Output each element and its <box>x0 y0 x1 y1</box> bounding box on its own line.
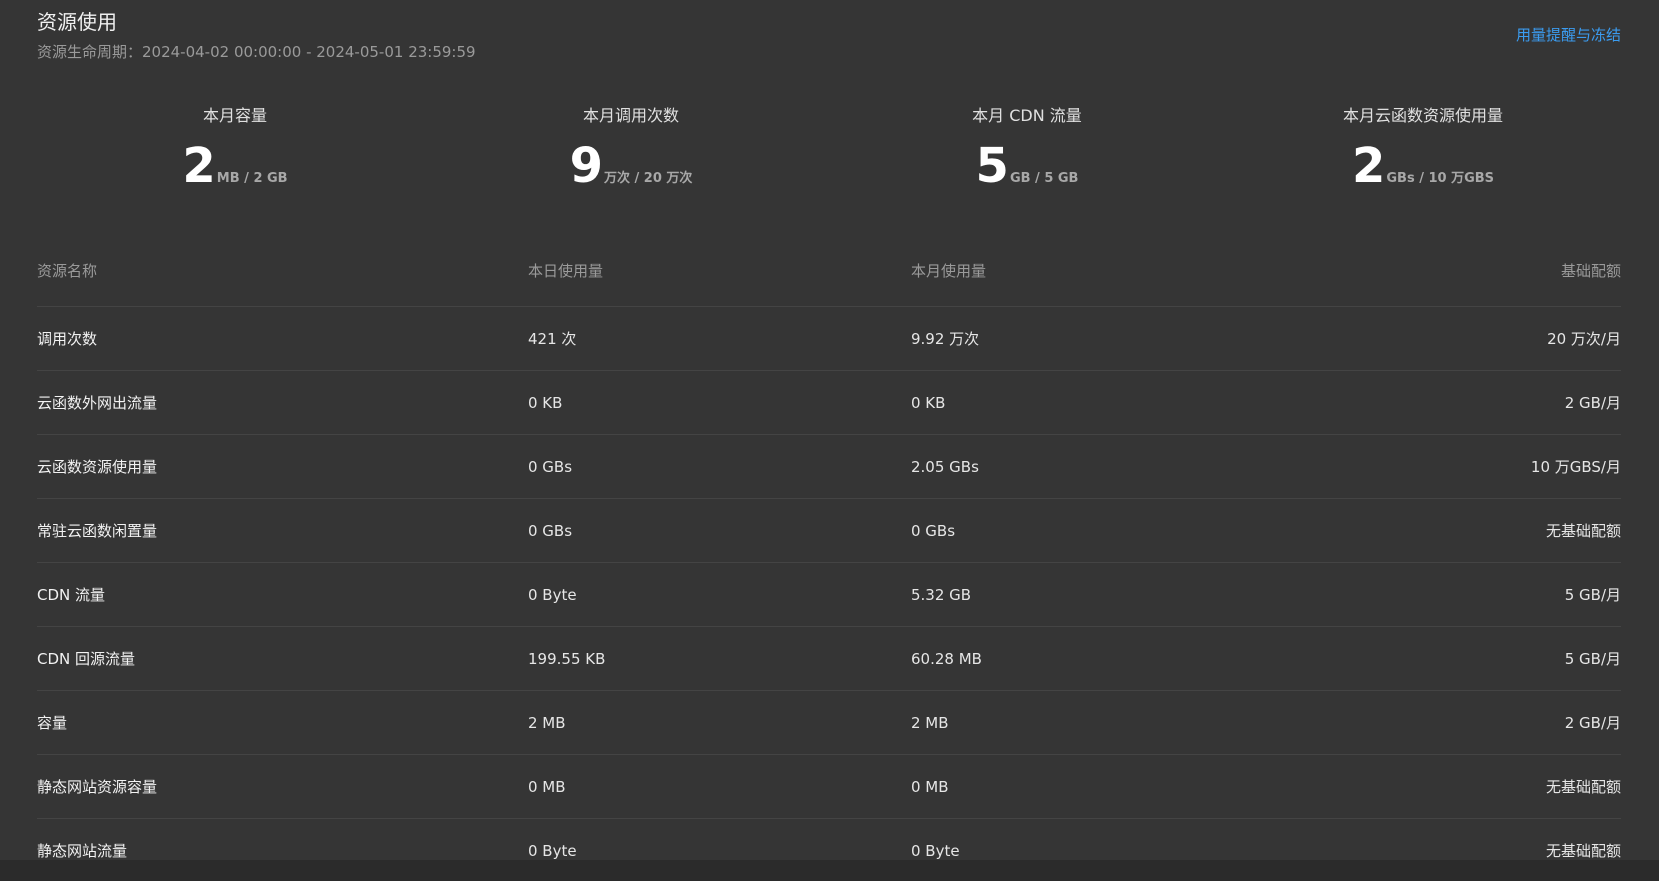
stat-unit: MB / 2 GB <box>216 171 288 186</box>
stat-monthly-function-usage: 本月云函数资源使用量 2GBs / 10 万GBS <box>1225 100 1621 200</box>
table-header-row: 资源名称 本日使用量 本月使用量 基础配额 <box>37 244 1621 307</box>
cell-daily-usage: 0 KB <box>528 393 563 412</box>
cell-resource-name: CDN 流量 <box>37 586 106 604</box>
column-header-monthly-usage: 本月使用量 <box>911 261 987 280</box>
stat-monthly-capacity: 本月容量 2MB / 2 GB <box>37 100 433 200</box>
cell-daily-usage: 0 MB <box>528 777 566 796</box>
cell-monthly-usage: 0 KB <box>911 393 946 412</box>
cell-base-quota: 5 GB/月 <box>1564 586 1621 604</box>
cell-monthly-usage: 60.28 MB <box>911 649 982 668</box>
stat-value: 9万次 / 20 万次 <box>433 142 829 190</box>
cell-daily-usage: 0 GBs <box>528 457 573 476</box>
stat-label: 本月云函数资源使用量 <box>1342 106 1503 125</box>
cell-daily-usage: 2 MB <box>528 713 566 732</box>
resource-usage-page: 资源使用 资源生命周期：2024-04-02 00:00:00 - 2024-0… <box>0 0 1659 881</box>
cell-daily-usage: 0 Byte <box>528 841 577 860</box>
table-row: CDN 回源流量 199.55 KB 60.28 MB 5 GB/月 <box>37 627 1621 691</box>
stat-unit: GB / 5 GB <box>1009 171 1079 186</box>
table-row: 调用次数 421 次 9.92 万次 20 万次/月 <box>37 307 1621 371</box>
stat-number: 2 <box>1351 138 1386 194</box>
cell-daily-usage: 421 次 <box>528 330 577 348</box>
cell-base-quota: 10 万GBS/月 <box>1530 458 1621 476</box>
cell-resource-name: 调用次数 <box>37 330 98 348</box>
stat-monthly-cdn-traffic: 本月 CDN 流量 5GB / 5 GB <box>829 100 1225 200</box>
column-header-base-quota: 基础配额 <box>1560 261 1621 280</box>
stat-label: 本月容量 <box>202 106 267 125</box>
table-row: 云函数资源使用量 0 GBs 2.05 GBs 10 万GBS/月 <box>37 435 1621 499</box>
usage-table: 资源名称 本日使用量 本月使用量 基础配额 调用次数 421 次 9.92 万次… <box>37 244 1621 881</box>
cell-resource-name: 容量 <box>37 714 68 732</box>
table-row: 常驻云函数闲置量 0 GBs 0 GBs 无基础配额 <box>37 499 1621 563</box>
cell-resource-name: CDN 回源流量 <box>37 650 136 668</box>
stat-label: 本月调用次数 <box>582 106 679 125</box>
stat-value: 2MB / 2 GB <box>37 142 433 190</box>
cell-daily-usage: 0 Byte <box>528 585 577 604</box>
resource-lifecycle: 资源生命周期：2024-04-02 00:00:00 - 2024-05-01 … <box>37 43 476 61</box>
stat-unit: GBs / 10 万GBS <box>1386 171 1495 186</box>
cell-base-quota: 无基础配额 <box>1545 778 1621 796</box>
cell-daily-usage: 199.55 KB <box>528 649 606 668</box>
stat-monthly-calls: 本月调用次数 9万次 / 20 万次 <box>433 100 829 200</box>
cell-base-quota: 2 GB/月 <box>1564 714 1621 732</box>
monthly-stats: 本月容量 2MB / 2 GB 本月调用次数 9万次 / 20 万次 本月 CD… <box>37 100 1621 200</box>
cell-resource-name: 静态网站资源容量 <box>37 778 158 796</box>
cell-resource-name: 常驻云函数闲置量 <box>37 522 158 540</box>
cell-base-quota: 20 万次/月 <box>1547 330 1621 348</box>
cell-monthly-usage: 2.05 GBs <box>911 457 979 476</box>
bottom-strip <box>0 860 1659 881</box>
column-header-daily-usage: 本日使用量 <box>528 261 604 280</box>
cell-resource-name: 云函数外网出流量 <box>37 394 158 412</box>
stat-label: 本月 CDN 流量 <box>972 106 1082 125</box>
cell-monthly-usage: 0 MB <box>911 777 949 796</box>
resource-usage-panel: 资源使用 资源生命周期：2024-04-02 00:00:00 - 2024-0… <box>0 0 1659 860</box>
page-title: 资源使用 <box>37 10 117 34</box>
cell-base-quota: 无基础配额 <box>1545 522 1621 540</box>
cell-daily-usage: 0 GBs <box>528 521 573 540</box>
cell-monthly-usage: 0 Byte <box>911 841 960 860</box>
cell-resource-name: 静态网站流量 <box>37 842 128 860</box>
stat-number: 5 <box>975 138 1009 194</box>
usage-alert-freeze-link[interactable]: 用量提醒与冻结 <box>1516 24 1621 45</box>
cell-resource-name: 云函数资源使用量 <box>37 458 158 476</box>
cell-monthly-usage: 0 GBs <box>911 521 956 540</box>
table-row: CDN 流量 0 Byte 5.32 GB 5 GB/月 <box>37 563 1621 627</box>
cell-base-quota: 2 GB/月 <box>1564 394 1621 412</box>
cell-monthly-usage: 5.32 GB <box>911 585 972 604</box>
stat-number: 2 <box>182 138 216 194</box>
table-row: 静态网站资源容量 0 MB 0 MB 无基础配额 <box>37 755 1621 819</box>
cell-base-quota: 无基础配额 <box>1545 842 1621 860</box>
table-row: 云函数外网出流量 0 KB 0 KB 2 GB/月 <box>37 371 1621 435</box>
table-row: 容量 2 MB 2 MB 2 GB/月 <box>37 691 1621 755</box>
column-header-resource-name: 资源名称 <box>37 261 98 280</box>
stat-value: 2GBs / 10 万GBS <box>1225 142 1621 190</box>
cell-monthly-usage: 9.92 万次 <box>911 330 980 348</box>
cell-monthly-usage: 2 MB <box>911 713 949 732</box>
stat-unit: 万次 / 20 万次 <box>603 171 693 186</box>
cell-base-quota: 5 GB/月 <box>1564 650 1621 668</box>
stat-value: 5GB / 5 GB <box>829 142 1225 190</box>
stat-number: 9 <box>569 138 603 194</box>
